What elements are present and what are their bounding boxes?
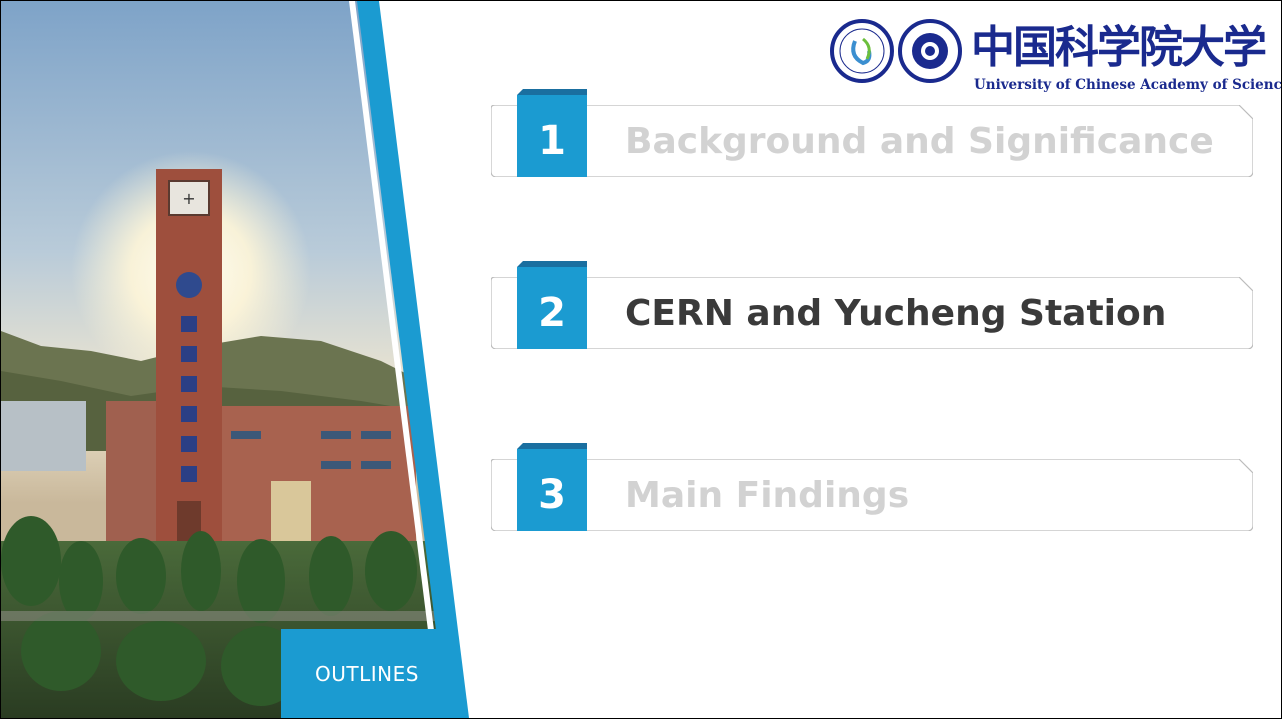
slide: + OUTLINES 中国科学院大学 University of Chinese… [0, 0, 1282, 719]
logo-name-en: University of Chinese Academy of Science… [974, 77, 1282, 93]
logo-name-cn: 中国科学院大学 [971, 22, 1267, 73]
svg-text:+: + [182, 189, 195, 208]
outline-item-3[interactable]: 3 Main Findings [491, 443, 1253, 531]
campus-photo: + [1, 1, 481, 718]
outline-item-2[interactable]: 2 CERN and Yucheng Station [491, 261, 1253, 349]
item-title: Main Findings [625, 474, 910, 516]
outlines-label: OUTLINES [281, 629, 453, 718]
item-number: 2 [517, 267, 587, 349]
item-number: 3 [517, 449, 587, 531]
item-title: CERN and Yucheng Station [625, 292, 1167, 334]
item-title: Background and Significance [625, 120, 1214, 162]
outline-item-1[interactable]: 1 Background and Significance [491, 89, 1253, 177]
item-number: 1 [517, 95, 587, 177]
